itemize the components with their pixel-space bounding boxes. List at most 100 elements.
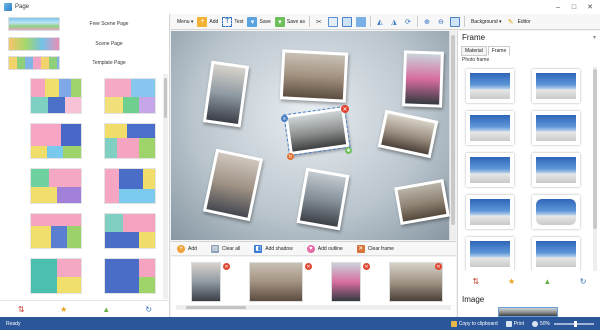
shadow-icon: ◧ xyxy=(254,244,263,253)
image-preview[interactable] xyxy=(498,307,558,317)
frame-panel-title: Frame xyxy=(462,33,486,42)
resize-handle-icon[interactable]: ✥ xyxy=(345,147,352,154)
cone-icon[interactable]: ▲ xyxy=(542,276,553,287)
fit-button[interactable] xyxy=(449,15,460,29)
flip-vertical-icon: ◮ xyxy=(391,18,397,26)
canvas-scrollbar[interactable] xyxy=(450,31,456,240)
template-thumbnail xyxy=(8,56,60,70)
zoom-in-button[interactable]: ⊕ xyxy=(422,15,432,29)
fit-icon xyxy=(449,16,460,27)
text-icon: T xyxy=(222,16,233,27)
canvas-photo[interactable] xyxy=(296,167,350,231)
page-type-free-scene[interactable]: Free Scene Page xyxy=(8,16,158,32)
remove-photo-icon[interactable]: ✕ xyxy=(363,263,370,270)
clear-all-label: Clear all xyxy=(221,245,241,252)
photo-frame-label: Photo frame xyxy=(462,57,490,63)
remove-photo-icon[interactable]: ✕ xyxy=(223,263,230,270)
add-outline-button[interactable]: ♥ Add outline xyxy=(306,244,343,253)
star-icon[interactable]: ★ xyxy=(58,304,69,315)
layout-template[interactable] xyxy=(104,213,156,249)
tab-material[interactable]: Material xyxy=(461,46,487,56)
page-type-scene[interactable]: Scene Page xyxy=(8,36,158,52)
flip-horizontal-button[interactable]: ◭ xyxy=(375,15,385,29)
flip-vertical-button[interactable]: ◮ xyxy=(389,15,399,29)
zoom-out-button[interactable]: ⊖ xyxy=(436,15,446,29)
zoom-label: 50% xyxy=(539,320,550,327)
add-photos-button[interactable]: + Add xyxy=(177,244,197,253)
layout-template[interactable] xyxy=(30,123,82,159)
menu-handle-icon[interactable]: ≡ xyxy=(281,115,288,122)
copy-button[interactable] xyxy=(327,15,338,29)
layout-template[interactable] xyxy=(104,258,156,294)
sort-icon[interactable]: ⇅ xyxy=(470,276,481,287)
frame-option[interactable] xyxy=(466,237,514,271)
canvas-photo[interactable] xyxy=(202,148,264,222)
delete-photo-icon[interactable]: ✕ xyxy=(341,105,349,113)
canvas-photo[interactable] xyxy=(377,109,439,159)
photo-list-scrollbar[interactable] xyxy=(176,305,451,310)
minimize-button[interactable]: – xyxy=(550,0,566,14)
page-panel: Free Scene Page Scene Page Template Page xyxy=(0,14,170,317)
tab-frame[interactable]: Frame xyxy=(487,46,511,56)
heart-icon: ♥ xyxy=(306,244,315,253)
save-as-button[interactable]: ▾ Save as xyxy=(274,15,305,29)
remove-photo-icon[interactable]: ✕ xyxy=(305,263,312,270)
add-shadow-button[interactable]: ◧ Add shadow xyxy=(254,244,293,253)
toolbar-separator xyxy=(308,16,310,27)
cut-button[interactable]: ✂ xyxy=(314,15,324,29)
cone-icon[interactable]: ▲ xyxy=(101,304,112,315)
layout-template[interactable] xyxy=(30,168,82,204)
frame-option[interactable] xyxy=(532,111,580,145)
print-button[interactable]: Print xyxy=(505,320,524,327)
frame-option[interactable] xyxy=(532,237,580,271)
pin-icon[interactable]: ▾ xyxy=(593,34,596,41)
frame-option[interactable] xyxy=(466,153,514,187)
add-button[interactable]: + Add xyxy=(197,15,218,29)
photo-thumbnail[interactable] xyxy=(191,262,221,302)
frame-option[interactable] xyxy=(532,69,580,103)
layout-template[interactable] xyxy=(30,78,82,114)
zoom-slider-knob[interactable] xyxy=(574,320,577,327)
frame-option[interactable] xyxy=(466,195,514,229)
layout-template[interactable] xyxy=(30,213,82,249)
bring-forward-button[interactable] xyxy=(355,15,366,29)
star-icon[interactable]: ★ xyxy=(506,276,517,287)
text-button[interactable]: T Text xyxy=(222,15,243,29)
canvas-photo-selected[interactable] xyxy=(283,105,351,157)
refresh-icon[interactable]: ↻ xyxy=(578,276,589,287)
menu-button[interactable]: Menu ▾ xyxy=(175,15,193,29)
page-type-template[interactable]: Template Page xyxy=(8,55,158,71)
rotate-handle-icon[interactable]: ↻ xyxy=(287,153,294,160)
canvas-photo[interactable] xyxy=(279,49,349,103)
canvas-photo[interactable] xyxy=(402,50,444,108)
layout-template[interactable] xyxy=(104,168,156,204)
photo-thumbnail[interactable] xyxy=(331,262,361,302)
copy-to-clipboard-button[interactable]: Copy to clipboard xyxy=(450,320,498,327)
rotate-button[interactable]: ⟳ xyxy=(403,15,413,29)
zoom-slider[interactable] xyxy=(554,320,594,327)
collage-canvas[interactable]: ✕ ≡ ↻ ✥ xyxy=(171,31,450,240)
paste-button[interactable] xyxy=(341,15,352,29)
canvas-photo[interactable] xyxy=(394,178,450,226)
sort-icon[interactable]: ⇅ xyxy=(16,304,27,315)
canvas-photo[interactable] xyxy=(202,60,250,128)
frame-option[interactable] xyxy=(466,111,514,145)
save-button[interactable]: ▾ Save xyxy=(247,15,271,29)
background-dropdown[interactable]: Background ▾ xyxy=(469,15,502,29)
editor-button[interactable]: ✎ Editor xyxy=(506,15,531,29)
layout-template[interactable] xyxy=(104,123,156,159)
layout-scrollbar[interactable] xyxy=(163,74,168,299)
remove-photo-icon[interactable]: ✕ xyxy=(435,263,442,270)
frame-list-scrollbar[interactable] xyxy=(593,67,597,271)
photo-thumbnail[interactable] xyxy=(249,262,303,302)
clear-all-button[interactable]: ▤ Clear all xyxy=(210,244,241,253)
clear-frame-button[interactable]: ✕ Clear frame xyxy=(356,244,394,253)
frame-option[interactable] xyxy=(466,69,514,103)
layout-template[interactable] xyxy=(30,258,82,294)
maximize-button[interactable]: □ xyxy=(566,0,582,14)
layout-template[interactable] xyxy=(104,78,156,114)
frame-option[interactable] xyxy=(532,195,580,229)
refresh-icon[interactable]: ↻ xyxy=(143,304,154,315)
close-button[interactable]: ✕ xyxy=(582,0,598,14)
frame-option[interactable] xyxy=(532,153,580,187)
